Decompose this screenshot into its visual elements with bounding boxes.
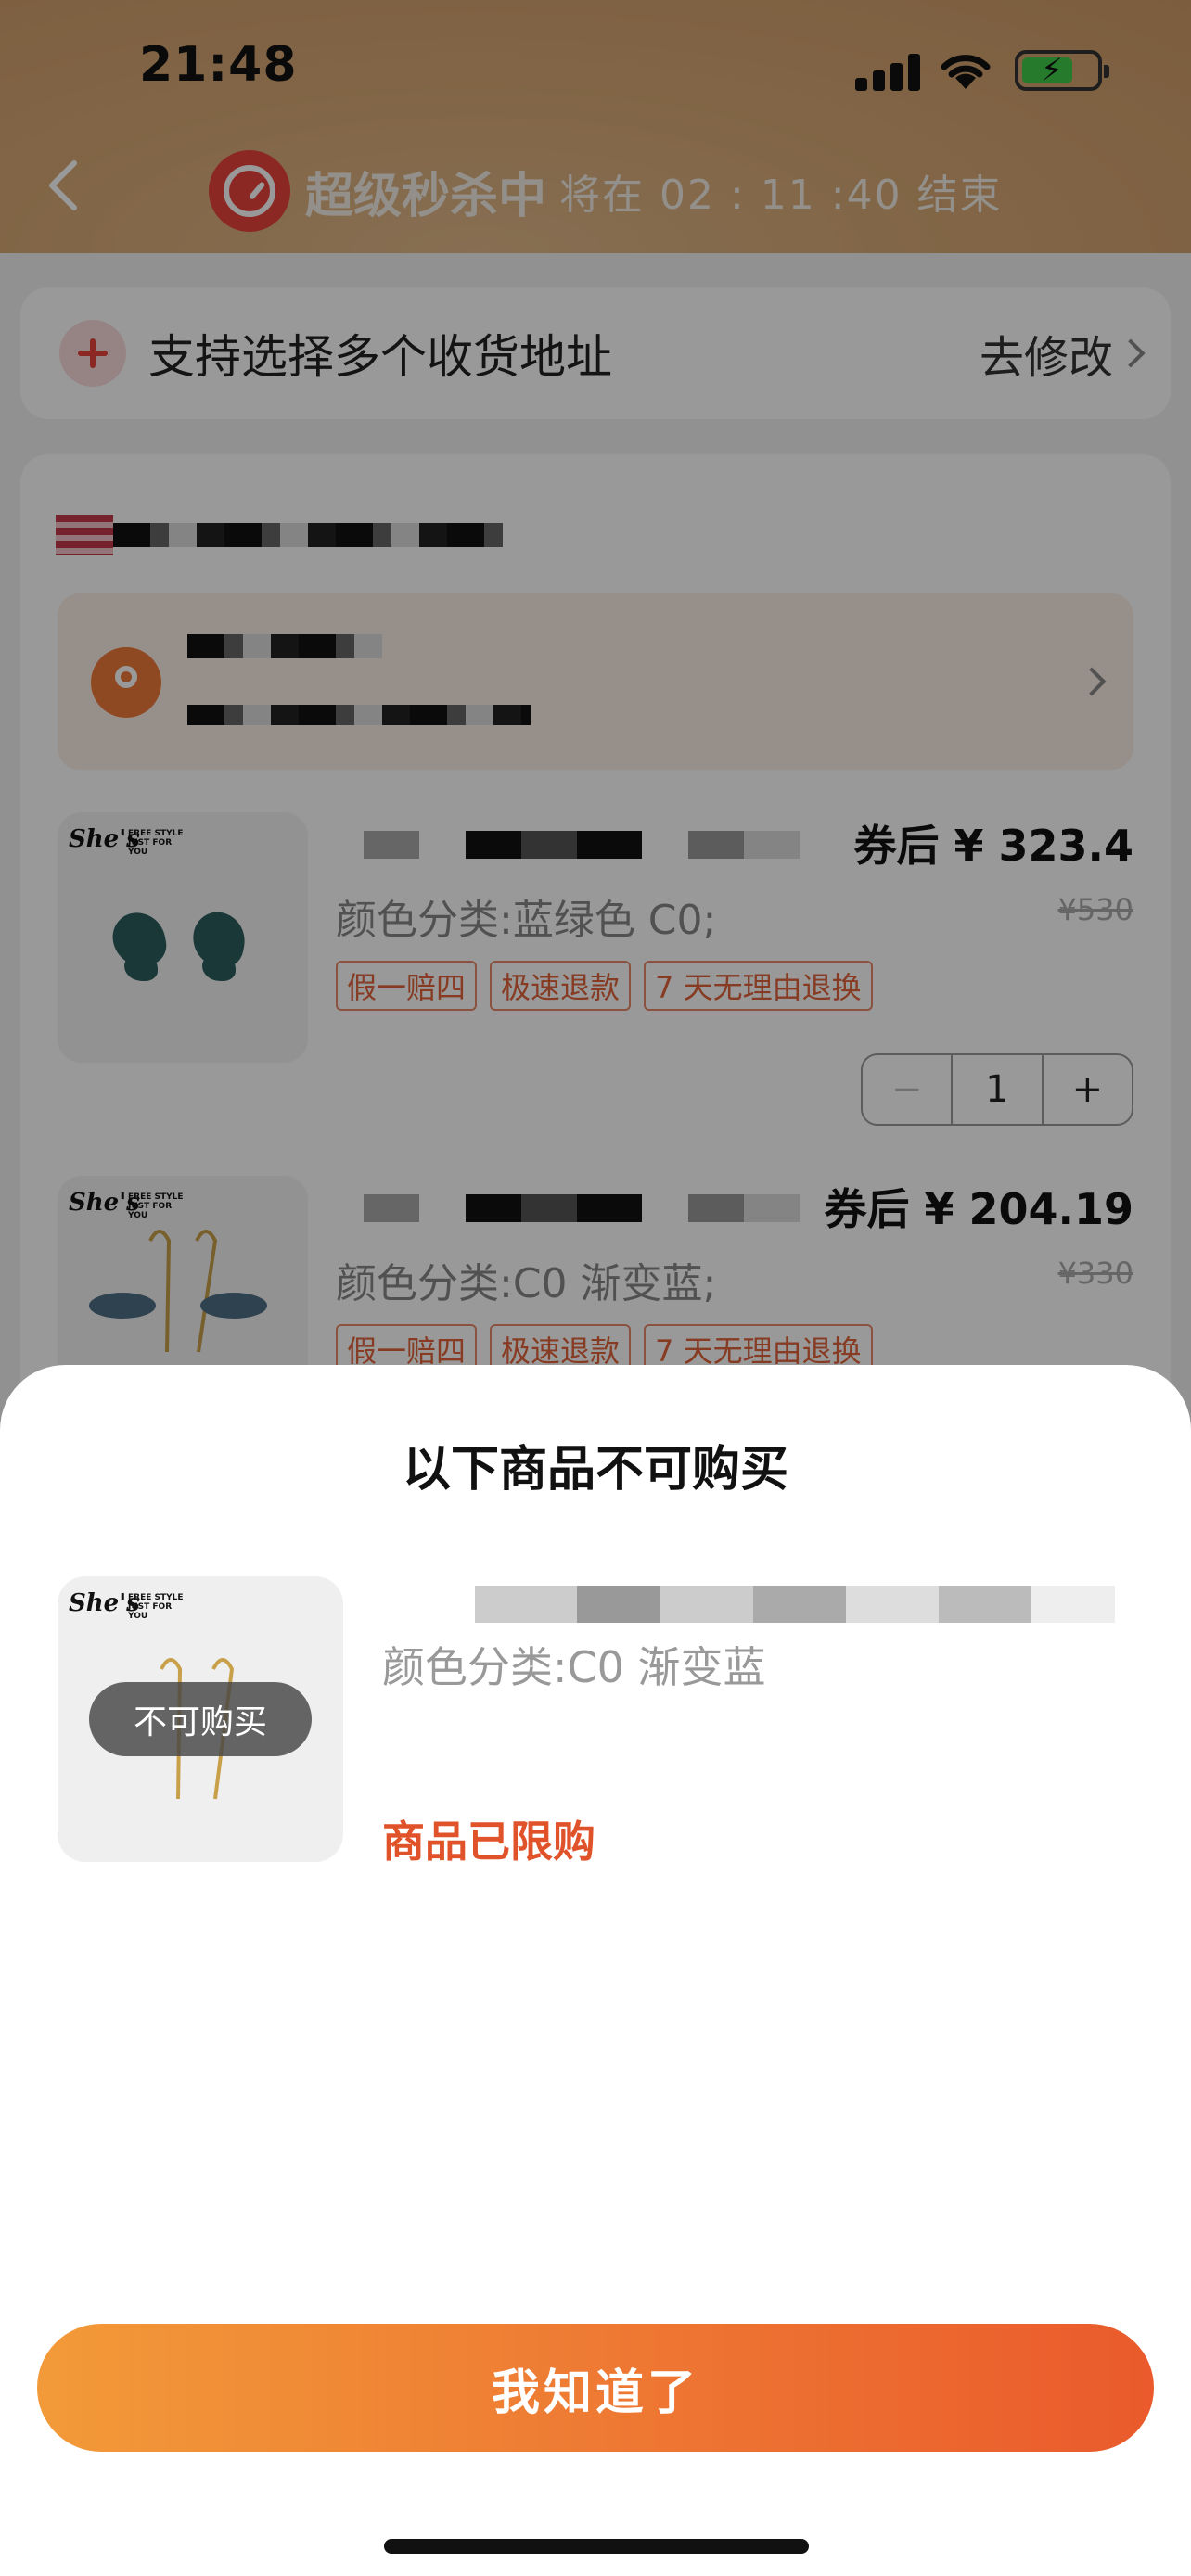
unavailable-product-image: She's FREE STYLE JUST FOR YOU 不可购买 (58, 1576, 343, 1862)
unavailable-product-title-redacted (382, 1586, 1115, 1623)
sheet-title: 以下商品不可购买 (402, 1442, 788, 1498)
unavailable-badge: 不可购买 (89, 1682, 312, 1756)
unavailable-reason: 商品已限购 (382, 1817, 596, 1867)
home-indicator[interactable] (384, 2539, 809, 2554)
unavailable-product-spec: 颜色分类:C0 渐变蓝 (382, 1642, 766, 1692)
confirm-button[interactable]: 我知道了 (37, 2324, 1154, 2452)
